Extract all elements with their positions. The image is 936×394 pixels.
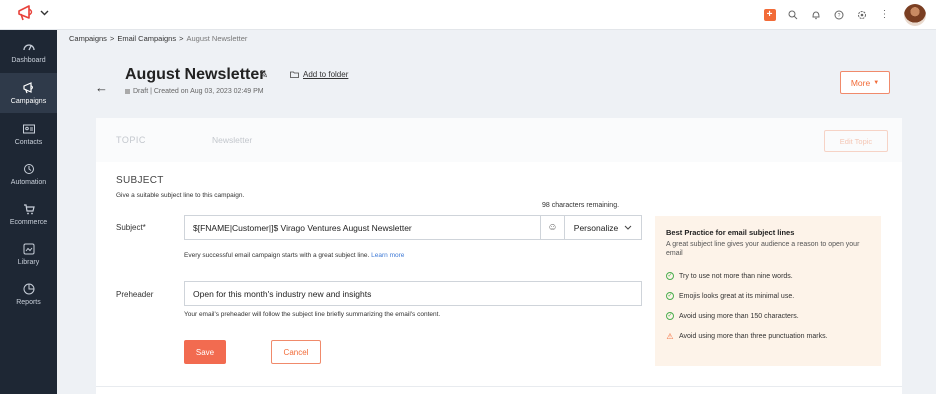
subject-help-label: Every successful email campaign starts w… (184, 252, 370, 259)
more-button[interactable]: More ▼ (840, 71, 890, 94)
sidebar-item-contacts[interactable]: Contacts (0, 114, 57, 154)
breadcrumb-separator: > (109, 34, 115, 43)
topic-value: Newsletter (212, 135, 253, 145)
campaign-status: Draft | Created on Aug 03, 2023 02:49 PM (125, 88, 264, 95)
preheader-help-text: Your email's preheader will follow the s… (184, 311, 441, 318)
cancel-button[interactable]: Cancel (271, 340, 321, 364)
folder-icon (290, 71, 299, 78)
campaign-settings-card: TOPIC Newsletter Edit Topic SUBJECT Give… (96, 118, 902, 386)
megaphone-icon (22, 82, 33, 94)
subject-input[interactable]: $[FNAME|Customer|]$ Virago Ventures Augu… (184, 215, 642, 240)
sidebar-item-dashboard[interactable]: Dashboard (0, 32, 57, 72)
breadcrumb-campaigns[interactable]: Campaigns (69, 34, 107, 43)
sidebar-item-label: Campaigns (10, 98, 47, 105)
personalize-label: Personalize (573, 222, 619, 233)
subject-hint: Give a suitable subject line to this cam… (116, 192, 245, 199)
breadcrumb-current: August Newsletter (186, 34, 248, 43)
best-practice-text: Try to use not more than nine words. (679, 272, 793, 280)
next-section-strip (96, 386, 902, 394)
warning-icon: ⚠ (666, 331, 674, 341)
check-circle-icon: ✓ (666, 272, 674, 281)
settings-icon[interactable] (850, 3, 873, 26)
chevron-down-icon (40, 10, 49, 16)
best-practice-text: Avoid using more than 150 characters. (679, 312, 799, 320)
reports-icon (23, 283, 34, 295)
learn-more-link[interactable]: Learn more (371, 252, 404, 259)
breadcrumb-email-campaigns[interactable]: Email Campaigns (117, 34, 176, 43)
best-practice-panel: Best Practice for email subject lines A … (655, 216, 881, 366)
best-practice-text: Emojis looks great at its minimal use. (679, 292, 795, 300)
subject-label: Subject* (116, 223, 146, 232)
best-practice-text: Avoid using more than three punctuation … (679, 332, 828, 340)
svg-text:?: ? (837, 13, 840, 19)
add-to-folder-label: Add to folder (303, 70, 349, 79)
best-practice-subtitle: A great subject line gives your audience… (666, 241, 860, 258)
user-avatar[interactable] (904, 3, 926, 26)
page-title: August Newsletter (125, 66, 266, 83)
top-bar: + ? ⋮ (0, 0, 936, 30)
subject-heading: SUBJECT (116, 175, 164, 186)
sidebar-item-reports[interactable]: Reports (0, 274, 57, 314)
back-arrow-icon[interactable]: ← (95, 80, 108, 95)
edit-topic-button[interactable]: Edit Topic (824, 130, 888, 152)
breadcrumb: Campaigns > Email Campaigns > August New… (69, 34, 247, 43)
sidebar-item-campaigns[interactable]: Campaigns (0, 73, 57, 113)
check-circle-icon: ✓ (666, 292, 674, 301)
notification-orange-icon[interactable]: + (758, 3, 781, 26)
emoji-icon[interactable]: ☺ (540, 216, 564, 239)
sidebar-item-label: Automation (10, 179, 47, 186)
sidebar-item-label: Ecommerce (9, 219, 48, 226)
sidebar-item-label: Library (17, 259, 40, 266)
sidebar-item-label: Reports (16, 299, 41, 306)
check-circle-icon: ✓ (666, 312, 674, 321)
dashboard-icon (22, 44, 35, 51)
add-to-folder-link[interactable]: Add to folder (290, 70, 348, 79)
sidebar-item-label: Contacts (14, 139, 43, 146)
cart-icon (23, 204, 35, 215)
save-button[interactable]: Save (184, 340, 226, 364)
chars-remaining: 98 characters remaining. (542, 202, 620, 209)
topic-label: TOPIC (116, 135, 146, 145)
sidebar-item-automation[interactable]: Automation (0, 154, 57, 194)
chevron-down-icon (624, 225, 632, 230)
sidebar-item-ecommerce[interactable]: Ecommerce (0, 194, 57, 234)
megaphone-logo-icon (18, 5, 33, 21)
draft-status-icon (125, 89, 130, 94)
personalize-dropdown[interactable]: Personalize (564, 216, 641, 239)
best-practice-title: Best Practice for email subject lines (666, 228, 795, 237)
library-icon (23, 243, 34, 255)
subject-help-text: Every successful email campaign starts w… (184, 252, 404, 259)
sidebar-item-label: Dashboard (11, 57, 46, 64)
best-practice-item: ⚠ Avoid using more than three punctuatio… (666, 326, 870, 346)
edit-pencil-icon[interactable]: ✎ (259, 68, 268, 81)
bell-icon[interactable] (804, 3, 827, 26)
search-icon[interactable] (781, 3, 804, 26)
preheader-input[interactable]: Open for this month's industry new and i… (184, 281, 642, 306)
best-practice-item: ✓ Emojis looks great at its minimal use. (666, 286, 870, 306)
topic-row: TOPIC Newsletter Edit Topic (96, 118, 902, 162)
contacts-icon (22, 124, 35, 134)
help-icon[interactable]: ? (827, 3, 850, 26)
sidebar: Dashboard Campaigns Contacts Automation … (0, 30, 57, 394)
automation-icon (23, 164, 34, 174)
subject-input-value[interactable]: $[FNAME|Customer|]$ Virago Ventures Augu… (185, 216, 540, 239)
chevron-down-icon: ▼ (873, 79, 880, 86)
status-text: Draft | Created on Aug 03, 2023 02:49 PM (133, 88, 264, 95)
more-vertical-icon[interactable]: ⋮ (873, 3, 896, 26)
preheader-label: Preheader (116, 290, 154, 299)
app-logo[interactable] (17, 4, 49, 22)
best-practice-item: ✓ Try to use not more than nine words. (666, 266, 870, 286)
best-practice-item: ✓ Avoid using more than 150 characters. (666, 306, 870, 326)
sidebar-item-library[interactable]: Library (0, 234, 57, 274)
more-label: More (850, 77, 871, 88)
breadcrumb-separator: > (179, 34, 184, 43)
